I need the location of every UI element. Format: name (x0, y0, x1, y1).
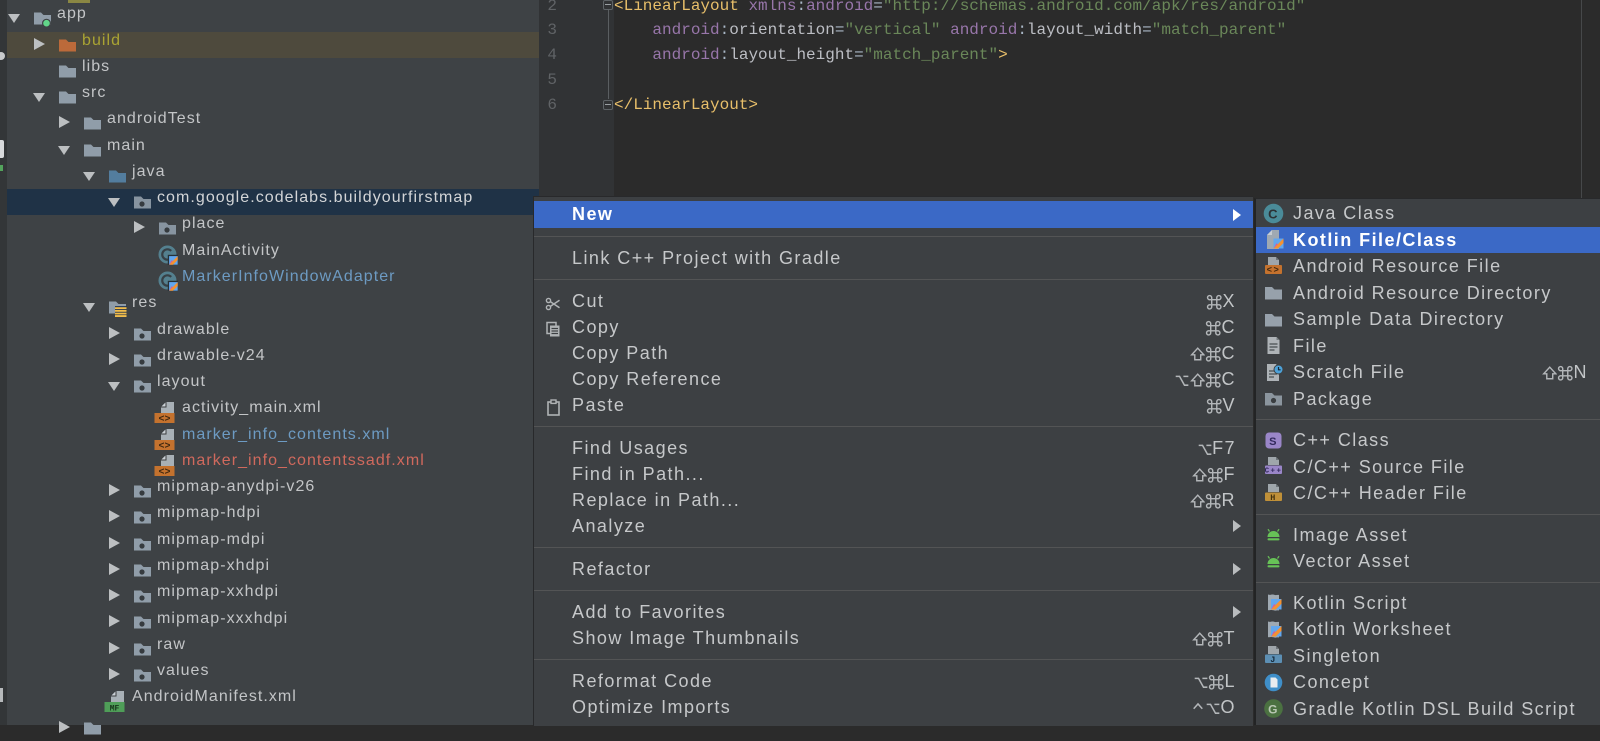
svg-text:MF: MF (110, 705, 120, 713)
svg-text:S: S (1269, 436, 1278, 448)
svg-text:C++: C++ (1265, 468, 1283, 476)
svg-text:<>: <> (158, 468, 170, 477)
svg-text:G: G (1268, 703, 1279, 717)
svg-text:<>: <> (158, 415, 170, 424)
svg-text:<>: <> (1267, 265, 1281, 275)
svg-text:J: J (1270, 655, 1277, 665)
svg-text:H: H (1270, 493, 1277, 503)
svg-text:C: C (1268, 206, 1279, 221)
svg-text:<>: <> (158, 442, 170, 451)
